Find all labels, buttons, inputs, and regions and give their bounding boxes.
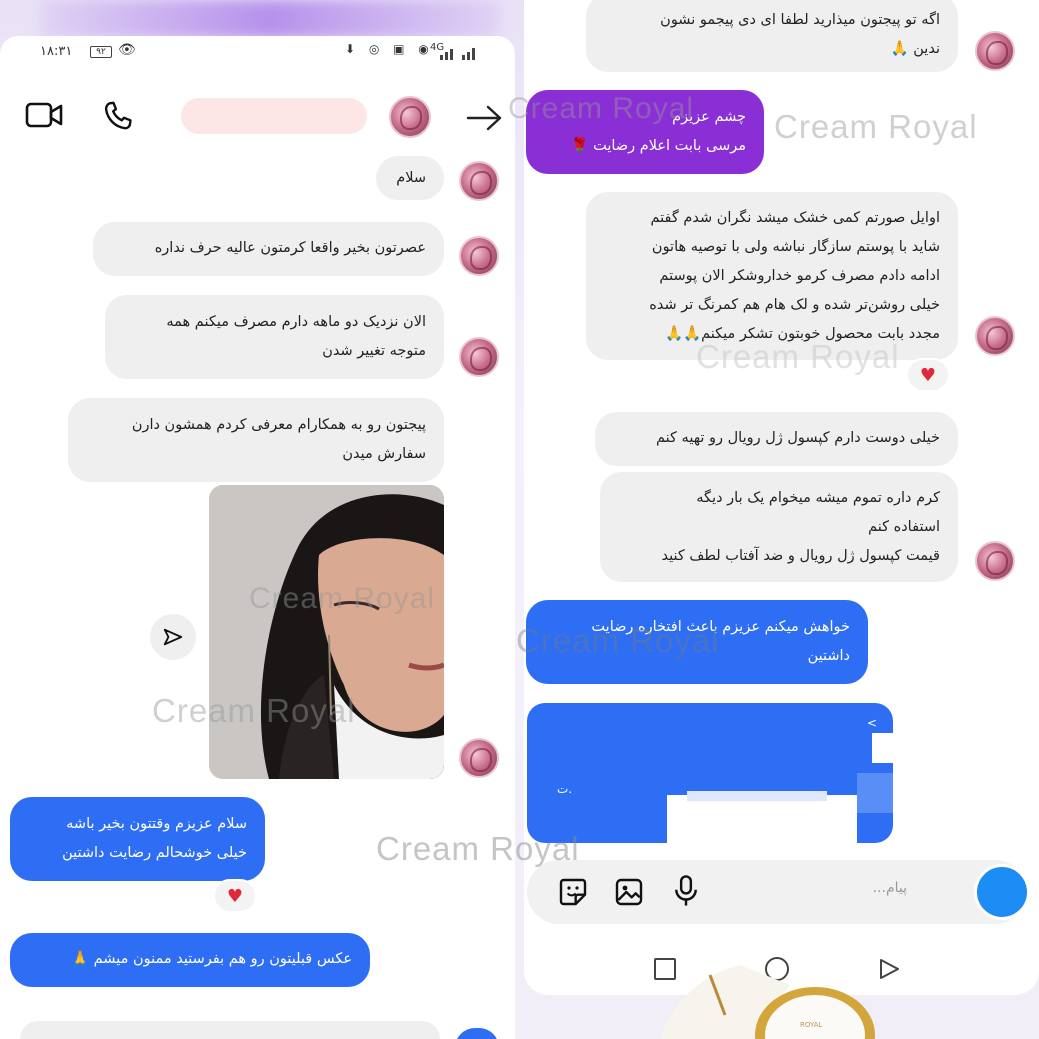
video-call-button[interactable] [24, 98, 64, 132]
eye-icon: 👁 [118, 42, 136, 58]
gallery-button[interactable] [613, 876, 645, 912]
shared-photo[interactable] [209, 485, 444, 779]
status-time: ۱۸:۳۱ [40, 44, 73, 59]
microphone-icon [675, 875, 697, 906]
sender-avatar [975, 541, 1015, 581]
voice-message-button[interactable] [671, 874, 701, 912]
watermark: Cream Royal [152, 692, 356, 729]
watermark: Cream Royal [249, 582, 436, 615]
product-image: ROYAL [640, 955, 880, 1039]
redaction-pixels: < ت. [557, 716, 893, 843]
signal-bars-icon [440, 48, 475, 60]
arrow-right-icon [466, 105, 502, 131]
sender-avatar [975, 316, 1015, 356]
sender-avatar [459, 161, 499, 201]
watermark: Cream Royal [508, 92, 695, 125]
contact-avatar[interactable] [389, 96, 431, 138]
left-chat-screenshot: ۱۸:۳۱ ۹۲ 👁 ⬇ ◎ ▣ ◉ 4G سلام عصرتون بخیر و… [0, 36, 515, 1039]
sender-avatar [975, 31, 1015, 71]
send-icon [163, 628, 183, 646]
sender-avatar [459, 236, 499, 276]
heart-reaction-icon[interactable]: ♥ [906, 358, 950, 392]
voice-call-button[interactable] [98, 96, 138, 136]
watermark: Cream Royal [774, 108, 978, 145]
sticker-button[interactable] [557, 876, 589, 912]
partial-message-bubble [20, 1021, 440, 1039]
message-bubble: الان نزدیک دو ماهه دارم مصرف میکنم همه م… [105, 295, 444, 379]
watermark: Cream Royal [516, 622, 720, 659]
contact-name-redacted[interactable] [181, 98, 367, 134]
phone-icon [104, 101, 132, 130]
top-glow [40, 0, 500, 38]
watermark: Cream Royal [696, 338, 900, 375]
camera-button[interactable] [974, 864, 1030, 920]
image-icon [615, 878, 643, 906]
watermark: Cream Royal [376, 830, 580, 867]
video-icon [25, 102, 63, 128]
heart-reaction-icon[interactable]: ♥ [213, 879, 257, 913]
status-icons: ⬇ ◎ ▣ ◉ [345, 42, 434, 56]
partial-send-button[interactable] [455, 1028, 499, 1039]
message-bubble: کرم داره تموم میشه میخوام یک بار دیگه اس… [600, 472, 958, 582]
battery-indicator: ۹۲ [90, 46, 112, 58]
share-button[interactable] [150, 614, 196, 660]
sender-avatar [459, 337, 499, 377]
sticker-icon [559, 878, 587, 906]
message-bubble: عصرتون بخیر واقعا کرمتون عالیه حرف نداره [93, 222, 444, 276]
message-bubble: خیلی دوست دارم کپسول ژل رویال رو تهیه کن… [595, 412, 958, 466]
selfie-image [209, 485, 444, 779]
outgoing-message-bubble: سلام عزیزم وقتتون بخیر باشه خیلی خوشحالم… [10, 797, 265, 881]
message-bubble: اگه تو پیجتون میذارید لطفا ای دی پیجمو ن… [586, 0, 958, 72]
cream-jar-image: ROYAL [660, 965, 875, 1039]
svg-text:ROYAL: ROYAL [800, 1021, 823, 1029]
message-bubble: اوایل صورتم کمی خشک میشد نگران شدم گفتم … [586, 192, 958, 360]
message-composer[interactable]: پیام... [527, 860, 1030, 924]
sender-avatar [459, 738, 499, 778]
right-chat-screenshot: اگه تو پیجتون میذارید لطفا ای دی پیجمو ن… [524, 0, 1039, 995]
svg-text:<: < [867, 716, 877, 730]
message-input[interactable]: پیام... [777, 880, 907, 896]
back-nav-button[interactable] [878, 958, 900, 980]
redacted-outgoing-message: < ت. [527, 703, 893, 843]
outgoing-message-bubble: عکس قبلیتون رو هم بفرستید ممنون میشم 🙏 [10, 933, 370, 987]
svg-text:ت.: ت. [557, 782, 572, 796]
message-bubble: پیجتون رو به همکارام معرفی کردم همشون دا… [68, 398, 444, 482]
message-bubble: سلام [376, 156, 444, 200]
